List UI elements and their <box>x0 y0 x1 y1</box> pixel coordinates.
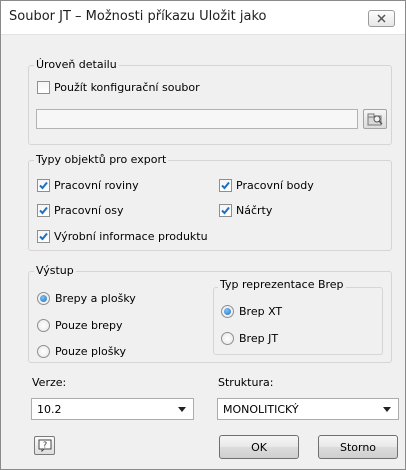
brep-jt-label: Brep JT <box>239 332 279 345</box>
output-brep-and-facets-option[interactable]: Brepy a plošky <box>37 292 136 305</box>
export-work-planes-option[interactable]: Pracovní roviny <box>37 179 139 192</box>
work-planes-checkbox[interactable] <box>37 179 50 192</box>
export-work-points-option[interactable]: Pracovní body <box>219 179 314 192</box>
save-options-dialog: Soubor JT – Možnosti příkazu Uložit jako… <box>0 0 406 470</box>
cancel-button[interactable]: Storno <box>318 435 398 459</box>
checkmark-icon <box>221 206 230 215</box>
output-facets-only-option[interactable]: Pouze plošky <box>37 345 126 358</box>
brep-xt-radio[interactable] <box>221 305 234 318</box>
sketches-label: Náčrty <box>236 204 273 217</box>
work-points-label: Pracovní body <box>236 179 314 192</box>
close-button[interactable] <box>368 10 395 27</box>
close-icon <box>377 14 386 23</box>
pmi-checkbox[interactable] <box>37 230 50 243</box>
cancel-button-label: Storno <box>339 440 377 454</box>
structure-value: MONOLITICKÝ <box>223 402 299 416</box>
ok-button[interactable]: OK <box>219 435 299 459</box>
export-work-axes-option[interactable]: Pracovní osy <box>37 204 124 217</box>
brep-and-facets-label: Brepy a plošky <box>55 292 136 305</box>
work-planes-label: Pracovní roviny <box>54 179 139 192</box>
facets-only-label: Pouze plošky <box>55 345 126 358</box>
dialog-title: Soubor JT – Možnosti příkazu Uložit jako <box>9 9 267 24</box>
use-config-checkbox[interactable] <box>37 81 50 94</box>
help-icon: ? <box>38 439 51 452</box>
structure-select[interactable]: MONOLITICKÝ <box>217 398 399 420</box>
ok-button-label: OK <box>251 440 267 454</box>
work-axes-checkbox[interactable] <box>37 204 50 217</box>
config-path-input[interactable] <box>36 109 358 129</box>
checkmark-icon <box>221 181 230 190</box>
brep-type-group-label: Typ reprezentace Brep <box>218 278 346 291</box>
detail-level-group-label: Úroveň detailu <box>34 58 119 71</box>
version-select[interactable]: 10.2 <box>31 398 194 420</box>
output-brep-only-option[interactable]: Pouze brepy <box>37 319 123 332</box>
work-points-checkbox[interactable] <box>219 179 232 192</box>
sketches-checkbox[interactable] <box>219 204 232 217</box>
export-sketches-option[interactable]: Náčrty <box>219 204 272 217</box>
pmi-label: Výrobní informace produktu <box>54 230 208 243</box>
brep-only-label: Pouze brepy <box>55 319 123 332</box>
use-config-label: Použít konfigurační soubor <box>54 81 200 94</box>
help-button[interactable]: ? <box>34 436 55 455</box>
facets-only-radio[interactable] <box>37 345 50 358</box>
svg-text:?: ? <box>42 441 46 450</box>
brep-and-facets-radio[interactable] <box>37 292 50 305</box>
browse-config-button[interactable] <box>363 109 387 129</box>
brep-jt-option[interactable]: Brep JT <box>221 332 278 345</box>
export-types-group-label: Typy objektů pro export <box>34 153 169 166</box>
checkmark-icon <box>39 232 48 241</box>
detail-level-group <box>28 65 392 145</box>
work-axes-label: Pracovní osy <box>54 204 124 217</box>
version-label: Verze: <box>32 376 67 389</box>
output-group-label: Výstup <box>34 264 76 277</box>
brep-only-radio[interactable] <box>37 319 50 332</box>
checkmark-icon <box>39 181 48 190</box>
version-value: 10.2 <box>37 402 62 416</box>
chevron-down-icon <box>383 407 391 412</box>
browse-folder-icon <box>367 113 383 126</box>
chevron-down-icon <box>178 407 186 412</box>
checkmark-icon <box>39 206 48 215</box>
export-pmi-option[interactable]: Výrobní informace produktu <box>37 230 208 243</box>
structure-label: Struktura: <box>218 376 274 389</box>
use-config-option[interactable]: Použít konfigurační soubor <box>37 81 200 94</box>
brep-xt-option[interactable]: Brep XT <box>221 305 282 318</box>
title-bar: Soubor JT – Možnosti příkazu Uložit jako <box>1 1 405 35</box>
brep-jt-radio[interactable] <box>221 332 234 345</box>
brep-xt-label: Brep XT <box>239 305 283 318</box>
